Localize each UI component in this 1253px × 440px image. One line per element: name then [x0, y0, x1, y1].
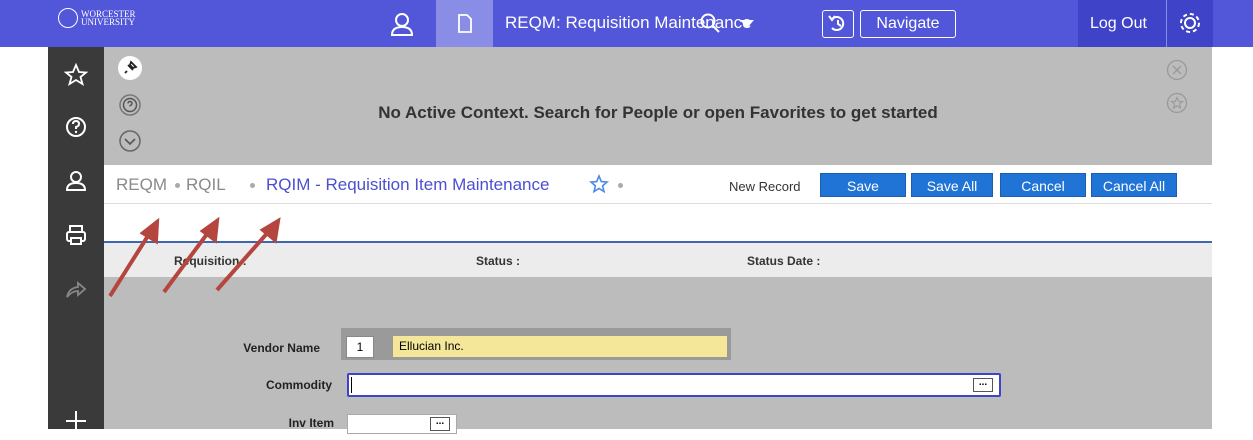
save-all-button[interactable]: Save All [911, 173, 993, 197]
star-icon[interactable] [588, 173, 610, 195]
logout-button[interactable]: Log Out [1090, 15, 1147, 33]
pin-icon[interactable] [118, 56, 142, 80]
chevron-down-icon[interactable] [737, 14, 757, 34]
key-block: Requisition : Status : Status Date : [104, 243, 1212, 277]
history-button[interactable] [822, 10, 854, 38]
save-button[interactable]: Save [820, 173, 906, 197]
gear-icon [1180, 13, 1200, 33]
commodity-input[interactable] [347, 373, 1001, 397]
commodity-lookup-button[interactable]: ... [973, 378, 993, 392]
annotation-arrowhead [199, 216, 220, 244]
context-panel: No Active Context. Search for People or … [104, 47, 1212, 165]
inv-item-label: Inv Item [288, 416, 334, 430]
breadcrumb: REQM RQIL RQIM - Requisition Item Mainte… [104, 165, 1212, 204]
cancel-all-button[interactable]: Cancel All [1091, 173, 1177, 197]
cancel-button[interactable]: Cancel [1000, 173, 1086, 197]
status-label: Status : [476, 254, 521, 268]
university-logo[interactable]: WORCESTER UNIVERSITY [58, 6, 168, 36]
status-date-label: Status Date : [747, 254, 821, 268]
star-icon[interactable] [62, 61, 90, 89]
search-icon[interactable] [698, 11, 722, 35]
document-button[interactable] [436, 0, 493, 47]
text-cursor [351, 377, 352, 393]
breadcrumb-separator [250, 183, 255, 188]
navigate-button[interactable]: Navigate [860, 10, 956, 38]
history-icon [828, 15, 845, 31]
vendor-number-field[interactable]: 1 [346, 336, 374, 358]
new-record-label: New Record [729, 179, 801, 194]
breadcrumb-separator [618, 183, 623, 188]
requisition-label: Requisition : [174, 254, 247, 268]
plus-icon[interactable] [62, 407, 90, 435]
close-icon[interactable] [1166, 59, 1188, 81]
vendor-name-label: Vendor Name [243, 341, 320, 355]
star-icon[interactable] [1166, 92, 1188, 114]
commodity-label: Commodity [266, 378, 332, 392]
vendor-name-field[interactable]: Ellucian Inc. [392, 335, 728, 358]
document-icon [458, 14, 472, 33]
seal-icon [58, 8, 78, 28]
printer-icon[interactable] [62, 221, 90, 249]
annotation-arrowhead [139, 217, 160, 245]
breadcrumb-item-rqim[interactable]: RQIM - Requisition Item Maintenance [266, 175, 549, 195]
settings-button[interactable] [1166, 0, 1213, 47]
breadcrumb-separator [175, 183, 180, 188]
breadcrumb-item-reqm[interactable]: REQM [116, 175, 167, 195]
context-message: No Active Context. Search for People or … [378, 103, 938, 122]
user-icon[interactable] [62, 167, 90, 195]
question-icon[interactable] [62, 113, 90, 141]
page-margin [1212, 47, 1253, 429]
logo-line2: UNIVERSITY [81, 17, 135, 27]
share-icon [62, 275, 90, 303]
chevron-down-icon[interactable] [118, 129, 142, 153]
user-icon[interactable] [382, 9, 422, 39]
sidebar [48, 47, 104, 431]
breadcrumb-item-rqil[interactable]: RQIL [186, 175, 226, 195]
annotation-arrowhead [259, 217, 281, 244]
